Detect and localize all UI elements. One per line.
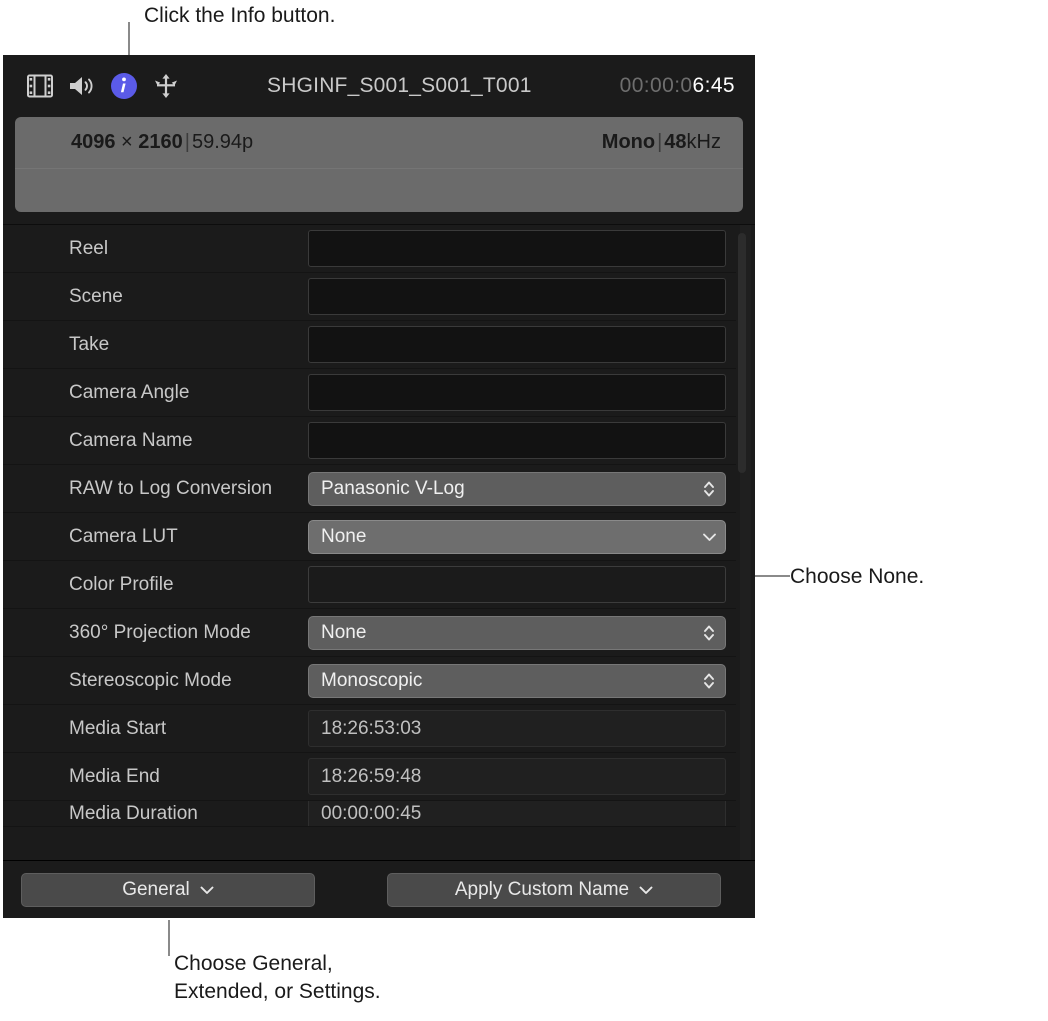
popup-selected-value: Panasonic V-Log xyxy=(321,478,465,500)
chevron-down-icon xyxy=(701,532,717,542)
text-input-scene[interactable] xyxy=(308,278,726,315)
property-label: Camera LUT xyxy=(3,526,308,548)
property-row: Take xyxy=(3,321,736,369)
popup-selected-value: Monoscopic xyxy=(321,670,422,692)
property-value-cell xyxy=(308,278,736,315)
property-row: Reel xyxy=(3,225,736,273)
property-row: RAW to Log Conversion Panasonic V-Log xyxy=(3,465,736,513)
property-value-cell: 18:26:59:48 xyxy=(308,758,736,795)
readonly-value-media-start: 18:26:53:03 xyxy=(308,710,726,747)
text-input-reel[interactable] xyxy=(308,230,726,267)
property-row: Media Start18:26:53:03 xyxy=(3,705,736,753)
inspector-panel: SHGINF_S001_S001_T001 00:00:06:45 4096 ×… xyxy=(3,55,755,918)
property-value-cell xyxy=(308,566,736,603)
audio-sample-rate-unit: kHz xyxy=(687,131,721,153)
audio-channels: Mono xyxy=(602,131,655,153)
timecode-dim-part: 00:00:0 xyxy=(620,74,693,97)
video-divider: | xyxy=(183,131,192,153)
media-summary-empty-row xyxy=(15,169,743,212)
video-summary: 4096 × 2160|59.94p xyxy=(71,131,253,154)
property-label: Stereoscopic Mode xyxy=(3,670,308,692)
property-row: Camera Angle xyxy=(3,369,736,417)
clip-name: SHGINF_S001_S001_T001 xyxy=(179,74,620,98)
property-row: Color Profile xyxy=(3,561,736,609)
popup-menu-raw-to-log-conversion[interactable]: Panasonic V-Log xyxy=(308,472,726,506)
film-strip-icon[interactable] xyxy=(25,71,55,101)
callout-choose-general-extended-settings: Choose General, Extended, or Settings. xyxy=(174,950,381,1005)
apply-custom-name-label: Apply Custom Name xyxy=(455,879,629,901)
audio-sample-rate-value: 48 xyxy=(664,131,686,153)
property-label: Color Profile xyxy=(3,574,308,596)
property-row: 360° Projection Mode None xyxy=(3,609,736,657)
property-label: Media Duration xyxy=(3,803,308,825)
text-input-camera-name[interactable] xyxy=(308,422,726,459)
property-row: Camera Name xyxy=(3,417,736,465)
property-row: Scene xyxy=(3,273,736,321)
text-input-take[interactable] xyxy=(308,326,726,363)
frame-rate: 59.94p xyxy=(192,131,253,153)
property-value-cell: 18:26:53:03 xyxy=(308,710,736,747)
media-summary-row: 4096 × 2160|59.94p Mono|48kHz xyxy=(15,117,743,169)
property-value-cell: Monoscopic xyxy=(308,664,736,698)
callout-leader-line-bottom xyxy=(168,920,170,956)
timecode-bright-part: 6:45 xyxy=(693,74,735,97)
popup-menu-stereoscopic-mode[interactable]: Monoscopic xyxy=(308,664,726,698)
properties-scrollbar-track[interactable] xyxy=(740,225,751,861)
property-row: Stereoscopic Mode Monoscopic xyxy=(3,657,736,705)
property-label: Camera Angle xyxy=(3,382,308,404)
inspector-footer: General Apply Custom Name xyxy=(3,860,755,918)
property-value-cell: None xyxy=(308,616,736,650)
readonly-field-color-profile xyxy=(308,566,726,603)
readonly-value-media-end: 18:26:59:48 xyxy=(308,758,726,795)
property-label: Take xyxy=(3,334,308,356)
property-label: RAW to Log Conversion xyxy=(3,478,308,500)
properties-scroll-area[interactable]: Duration00:00:00:45ReelSceneTakeCamera A… xyxy=(3,224,755,861)
text-input-camera-angle[interactable] xyxy=(308,374,726,411)
general-button-label: General xyxy=(122,879,190,901)
property-value-cell xyxy=(308,422,736,459)
property-value-cell xyxy=(308,326,736,363)
property-value-cell xyxy=(308,230,736,267)
stepper-arrows-icon xyxy=(701,479,717,499)
property-label: Media Start xyxy=(3,718,308,740)
popup-menu-camera-lut[interactable]: None xyxy=(308,520,726,554)
callout-choose-none: Choose None. xyxy=(790,563,924,591)
speaker-icon[interactable] xyxy=(67,71,97,101)
property-label: Scene xyxy=(3,286,308,308)
property-label: Reel xyxy=(3,238,308,260)
property-label: Media End xyxy=(3,766,308,788)
media-summary-block: 4096 × 2160|59.94p Mono|48kHz xyxy=(15,117,743,212)
popup-menu-360-projection-mode[interactable]: None xyxy=(308,616,726,650)
stepper-arrows-icon xyxy=(701,671,717,691)
resolution-separator: × xyxy=(116,131,139,153)
property-label: Camera Name xyxy=(3,430,308,452)
chevron-down-icon xyxy=(200,879,214,901)
property-row: Media Duration00:00:00:45 xyxy=(3,801,736,827)
property-value-cell: Panasonic V-Log xyxy=(308,472,736,506)
apply-custom-name-button[interactable]: Apply Custom Name xyxy=(387,873,721,907)
property-row: Media End18:26:59:48 xyxy=(3,753,736,801)
callout-click-info-button: Click the Info button. xyxy=(144,2,335,30)
property-label: 360° Projection Mode xyxy=(3,622,308,644)
transform-icon[interactable] xyxy=(151,71,181,101)
general-metadata-view-button[interactable]: General xyxy=(21,873,315,907)
inspector-toolbar: SHGINF_S001_S001_T001 00:00:06:45 xyxy=(3,55,755,117)
audio-summary: Mono|48kHz xyxy=(602,131,721,154)
clip-timecode: 00:00:06:45 xyxy=(620,74,735,98)
popup-selected-value: None xyxy=(321,526,366,548)
readonly-value-media-duration: 00:00:00:45 xyxy=(308,801,726,827)
property-value-cell: 00:00:00:45 xyxy=(308,801,736,827)
audio-divider: | xyxy=(655,131,664,153)
properties-scrollbar-thumb[interactable] xyxy=(738,233,746,473)
info-icon[interactable] xyxy=(111,73,137,99)
property-row: Camera LUT None xyxy=(3,513,736,561)
popup-selected-value: None xyxy=(321,622,366,644)
property-value-cell: None xyxy=(308,520,736,554)
properties-list: Duration00:00:00:45ReelSceneTakeCamera A… xyxy=(3,224,736,827)
resolution-width: 4096 xyxy=(71,131,116,153)
property-value-cell xyxy=(308,374,736,411)
resolution-height: 2160 xyxy=(138,131,183,153)
chevron-down-icon xyxy=(639,879,653,901)
stepper-arrows-icon xyxy=(701,623,717,643)
